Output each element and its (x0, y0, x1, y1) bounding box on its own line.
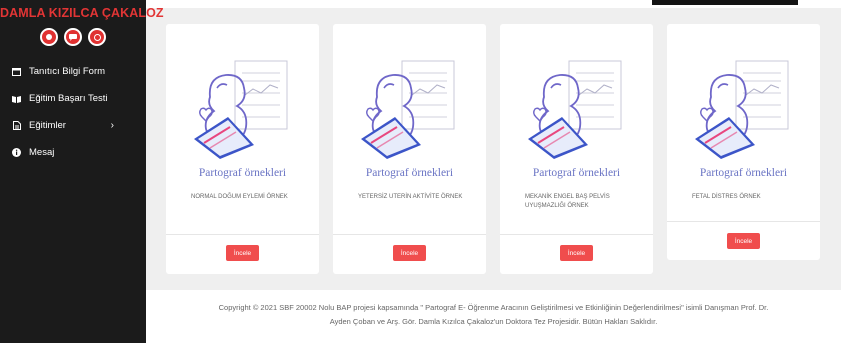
book-icon (12, 94, 21, 103)
brand-title: DAMLA KIZILCA ÇAKALOZ (0, 6, 164, 20)
brand-icon-group (0, 28, 146, 46)
card-divider (166, 234, 319, 235)
card-description: MEKANİK ENGEL BAŞ PELVİS UYUŞMAZLIĞI ÖRN… (525, 194, 610, 209)
card-title: Partograf örnekleri (532, 167, 621, 179)
form-icon (12, 67, 21, 76)
partograf-illustration (190, 55, 295, 160)
partograf-illustration (691, 55, 796, 160)
chat-icon[interactable] (64, 28, 82, 46)
top-bar (146, 0, 841, 8)
card-description: YETERSİZ UTERİN AKTİVİTE ÖRNEK (358, 194, 463, 200)
partograf-illustration (357, 55, 462, 160)
power-icon[interactable] (88, 28, 106, 46)
sidebar-item-egitimler[interactable]: Eğitimler › (0, 112, 146, 139)
gear-icon[interactable] (40, 28, 58, 46)
sidebar-item-tanitici-bilgi-form[interactable]: Tanıtıcı Bilgi Form (0, 58, 146, 85)
incele-button[interactable]: İncele (226, 245, 259, 261)
incele-button[interactable]: İncele (393, 245, 426, 261)
top-bar-dropdown[interactable] (652, 0, 798, 5)
incele-button[interactable]: İncele (727, 233, 760, 249)
sidebar-item-egitim-basari-testi[interactable]: Eğitim Başarı Testi (0, 85, 146, 112)
sidebar-item-mesaj[interactable]: Mesaj (0, 139, 146, 166)
sidebar-nav: Tanıtıcı Bilgi Form Eğitim Başarı Testi … (0, 58, 146, 166)
card-normal-dogum: Partograf örnekleri NORMAL DOĞUM EYLEMİ … (166, 24, 319, 274)
card-yetersiz-uterin: Partograf örnekleri YETERSİZ UTERİN AKTİ… (333, 24, 486, 274)
sidebar: DAMLA KIZILCA ÇAKALOZ Tanıtıcı Bilgi For… (0, 0, 164, 343)
partograf-illustration (524, 55, 629, 160)
card-description: FETAL DİSTRES ÖRNEK (692, 194, 761, 200)
card-divider (500, 234, 653, 235)
card-title: Partograf örnekleri (198, 167, 287, 179)
sidebar-item-label: Eğitimler (29, 120, 66, 131)
info-icon (12, 148, 21, 157)
sidebar-item-label: Tanıtıcı Bilgi Form (29, 66, 106, 77)
card-title: Partograf örnekleri (699, 167, 788, 179)
chevron-right-icon: › (110, 120, 114, 131)
document-icon (12, 121, 21, 130)
footer-copyright-line1: Copyright © 2021 SBF 20002 Nolu BAP proj… (218, 303, 769, 312)
sidebar-item-label: Eğitim Başarı Testi (29, 93, 108, 104)
card-divider (667, 221, 820, 222)
card-divider (333, 234, 486, 235)
card-title: Partograf örnekleri (365, 167, 454, 179)
card-fetal-distres: Partograf örnekleri FETAL DİSTRES ÖRNEK … (667, 24, 820, 260)
card-description: NORMAL DOĞUM EYLEMİ ÖRNEK (191, 194, 288, 200)
incele-button[interactable]: İncele (560, 245, 593, 261)
card-mekanik-engel: Partograf örnekleri MEKANİK ENGEL BAŞ PE… (500, 24, 653, 274)
footer: Copyright © 2021 SBF 20002 Nolu BAP proj… (146, 290, 841, 343)
footer-copyright-line2: Ayden Çoban ve Arş. Gör. Damla Kızılca Ç… (329, 317, 658, 326)
sidebar-item-label: Mesaj (29, 147, 55, 158)
